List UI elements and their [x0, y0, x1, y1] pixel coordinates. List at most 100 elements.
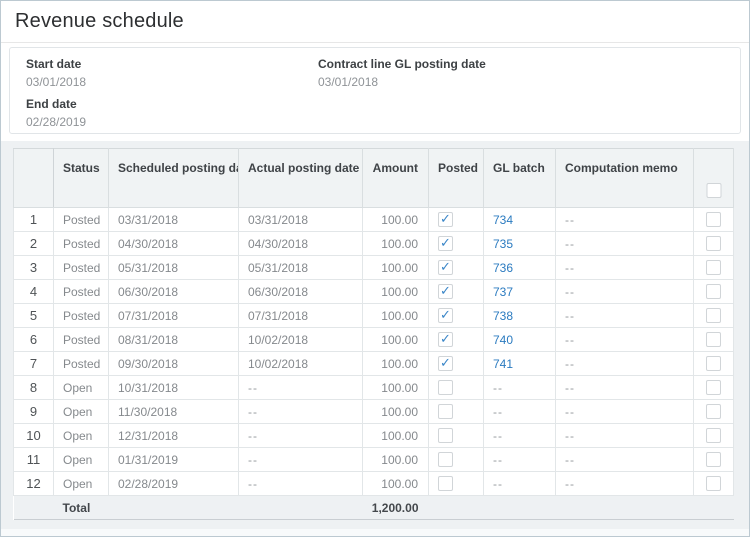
status-cell: Open	[54, 424, 109, 448]
row-select-checkbox[interactable]	[706, 356, 721, 371]
empty-value: --	[248, 453, 258, 467]
posted-cell	[429, 448, 484, 472]
posted-cell	[429, 208, 484, 232]
amount-cell: 100.00	[363, 400, 429, 424]
select-cell	[694, 376, 734, 400]
row-number: 10	[14, 424, 54, 448]
total-row-spacer	[429, 496, 734, 520]
scheduled-posting-date-cell: 03/31/2018	[109, 208, 239, 232]
start-date-label: Start date	[26, 57, 318, 71]
posted-cell	[429, 304, 484, 328]
computation-memo-cell: --	[556, 208, 694, 232]
row-select-checkbox[interactable]	[706, 380, 721, 395]
empty-value: --	[565, 357, 575, 371]
posted-cell	[429, 424, 484, 448]
gl-batch-link[interactable]: 740	[493, 333, 513, 347]
scheduled-posting-date-cell: 11/30/2018	[109, 400, 239, 424]
actual-posting-date-cell: --	[239, 472, 363, 496]
revenue-schedule-window: Revenue schedule Start date 03/01/2018 E…	[0, 0, 750, 537]
posted-checkbox[interactable]	[438, 380, 453, 395]
row-number: 6	[14, 328, 54, 352]
bottom-strip	[1, 529, 749, 536]
actual-posting-date-cell: 10/02/2018	[239, 352, 363, 376]
gl-batch-cell: 738	[484, 304, 556, 328]
gl-batch-link[interactable]: 736	[493, 261, 513, 275]
row-select-checkbox[interactable]	[706, 452, 721, 467]
gl-batch-cell: 741	[484, 352, 556, 376]
row-select-checkbox[interactable]	[706, 212, 721, 227]
status-cell: Posted	[54, 208, 109, 232]
empty-value: --	[565, 309, 575, 323]
row-select-checkbox[interactable]	[706, 284, 721, 299]
gl-batch-link[interactable]: 738	[493, 309, 513, 323]
row-number: 7	[14, 352, 54, 376]
select-cell	[694, 256, 734, 280]
amount-cell: 100.00	[363, 232, 429, 256]
gl-batch-cell: --	[484, 400, 556, 424]
empty-value: --	[565, 261, 575, 275]
computation-memo-cell: --	[556, 232, 694, 256]
table-row: 6Posted08/31/201810/02/2018100.00740--	[14, 328, 734, 352]
row-select-checkbox[interactable]	[706, 332, 721, 347]
posted-cell	[429, 376, 484, 400]
amount-cell: 100.00	[363, 424, 429, 448]
posted-cell	[429, 232, 484, 256]
status-cell: Open	[54, 448, 109, 472]
empty-value: --	[565, 477, 575, 491]
posted-checkbox[interactable]	[438, 476, 453, 491]
revenue-schedule-table: Status Scheduled posting date Actual pos…	[13, 148, 734, 520]
gl-batch-cell: --	[484, 472, 556, 496]
schedule-table-body: 1Posted03/31/201803/31/2018100.00734--2P…	[14, 208, 734, 496]
posted-checkbox[interactable]	[438, 356, 453, 371]
computation-memo-column-header: Computation memo	[556, 149, 694, 208]
scheduled-posting-date-cell: 12/31/2018	[109, 424, 239, 448]
gl-batch-link[interactable]: 737	[493, 285, 513, 299]
posted-checkbox[interactable]	[438, 452, 453, 467]
select-cell	[694, 448, 734, 472]
select-cell	[694, 424, 734, 448]
row-select-checkbox[interactable]	[706, 428, 721, 443]
scheduled-posting-date-cell: 08/31/2018	[109, 328, 239, 352]
computation-memo-cell: --	[556, 280, 694, 304]
title-bar: Revenue schedule	[1, 1, 749, 43]
row-select-checkbox[interactable]	[706, 404, 721, 419]
row-select-checkbox[interactable]	[706, 476, 721, 491]
amount-cell: 100.00	[363, 328, 429, 352]
posted-checkbox[interactable]	[438, 212, 453, 227]
posted-checkbox[interactable]	[438, 236, 453, 251]
table-row: 12Open02/28/2019--100.00----	[14, 472, 734, 496]
actual-posting-date-cell: --	[239, 448, 363, 472]
row-select-checkbox[interactable]	[706, 236, 721, 251]
gl-batch-cell: --	[484, 424, 556, 448]
row-number: 5	[14, 304, 54, 328]
row-select-checkbox[interactable]	[706, 308, 721, 323]
info-panel-area: Start date 03/01/2018 End date 02/28/201…	[1, 43, 749, 141]
posted-checkbox[interactable]	[438, 404, 453, 419]
posted-cell	[429, 328, 484, 352]
gl-batch-link[interactable]: 741	[493, 357, 513, 371]
row-number: 12	[14, 472, 54, 496]
table-row: 8Open10/31/2018--100.00----	[14, 376, 734, 400]
posted-checkbox[interactable]	[438, 260, 453, 275]
posted-checkbox[interactable]	[438, 332, 453, 347]
computation-memo-cell: --	[556, 352, 694, 376]
status-cell: Posted	[54, 304, 109, 328]
posted-checkbox[interactable]	[438, 428, 453, 443]
actual-posting-date-cell: 05/31/2018	[239, 256, 363, 280]
gl-batch-link[interactable]: 734	[493, 213, 513, 227]
gl-batch-link[interactable]: 735	[493, 237, 513, 251]
posted-checkbox[interactable]	[438, 308, 453, 323]
computation-memo-cell: --	[556, 256, 694, 280]
select-all-checkbox[interactable]	[706, 183, 721, 198]
empty-value: --	[248, 405, 258, 419]
posted-cell	[429, 256, 484, 280]
row-select-checkbox[interactable]	[706, 260, 721, 275]
computation-memo-cell: --	[556, 448, 694, 472]
select-cell	[694, 400, 734, 424]
select-cell	[694, 208, 734, 232]
posted-cell	[429, 352, 484, 376]
posted-checkbox[interactable]	[438, 284, 453, 299]
amount-cell: 100.00	[363, 280, 429, 304]
contract-gl-posting-date-field: Contract line GL posting date 03/01/2018	[318, 57, 740, 89]
page-title: Revenue schedule	[15, 10, 184, 33]
